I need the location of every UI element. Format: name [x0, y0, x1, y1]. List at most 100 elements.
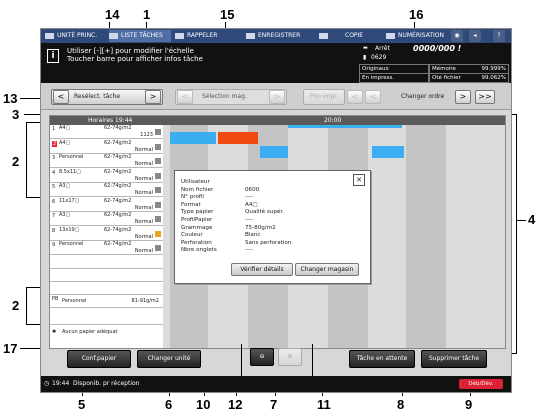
in-print-label: En impress. [359, 73, 429, 83]
tray-paper-size: 13x19▢ [59, 226, 80, 233]
hdd-indicator: Oté fichier 99.062% [429, 73, 509, 83]
tray-paper-type: Normal [134, 175, 153, 182]
callout-5: 5 [78, 397, 86, 412]
tray-row-empty [50, 256, 163, 269]
tray-row[interactable]: 5 A3▢ 62-74g/m2 Normal [50, 183, 163, 197]
job-bar-active[interactable] [218, 132, 258, 144]
bracket-2a-bottom [26, 197, 40, 198]
tray-row-empty [50, 310, 163, 325]
tray-row[interactable]: 7 A3▢ 62-74g/m2 Normal [50, 212, 163, 226]
machine-icon: ▬ [363, 45, 368, 51]
dialog-field-label: Couleur [181, 232, 203, 239]
change-tray-button[interactable]: Changer magasin [295, 263, 359, 276]
select-tray-control: < Sélection mag. > [175, 89, 287, 105]
callout-4: 4 [528, 212, 536, 227]
tray-number: 7 [52, 213, 56, 219]
tab-save[interactable]: ENREGISTRER [246, 30, 300, 42]
print-priority-button[interactable]: Prio impr. [303, 89, 345, 105]
job-detail-dialog: ✕ Utilisateur Nom fichier 0600 N° profil ---… [174, 170, 371, 284]
globe-icon[interactable]: ◉ [451, 30, 463, 42]
memory-value: 99.999% [481, 66, 506, 72]
callout-14: 14 [105, 7, 120, 22]
leader-13 [20, 98, 40, 99]
order-next-button[interactable]: > [455, 90, 471, 104]
tray-weight: 62-74g/m2 [104, 212, 132, 218]
tray-paper-size: Personnel [59, 241, 84, 247]
zoom-out-icon: ⊖ [259, 353, 265, 360]
tray-row-pb[interactable]: PB Personnel 81-91g/m2 [50, 295, 163, 308]
tray-row[interactable]: 9 Personnel 62-74g/m2 Normal [50, 241, 163, 255]
reselect-prev-button[interactable]: < [53, 90, 69, 104]
tray-weight: 62-74g/m2 [104, 168, 132, 175]
bracket-2b-top [26, 287, 40, 288]
tray-row[interactable]: 8 13x19▢ 62-74g/m2 Normal [50, 226, 163, 241]
tray-weight: 62-74g/m2 [104, 183, 132, 189]
reselect-next-button[interactable]: > [145, 90, 161, 104]
select-tray-label: Sélection mag. [202, 93, 247, 100]
callout-3: 3 [12, 107, 20, 122]
no-paper-mark: ✱ [52, 329, 57, 335]
status-time: 19:44 [52, 380, 70, 387]
paper-settings-button[interactable]: Conf.papier [67, 350, 131, 368]
tray-weight: 62-74g/m2 [104, 125, 132, 131]
job-bar[interactable] [260, 146, 288, 158]
tray-number: 4 [52, 169, 56, 176]
dialog-field-value: ---- [245, 217, 254, 223]
time-column [406, 125, 446, 348]
job-bar[interactable] [372, 146, 404, 158]
tab-recall[interactable]: RAPPELER [175, 30, 217, 42]
tray-status-icon [155, 201, 161, 208]
tray-row[interactable]: 3 Personnel 62-74g/m2 Normal [50, 154, 163, 168]
dialog-field-label: Grammage [181, 224, 213, 231]
tray-paper-type: Normal [134, 204, 153, 211]
tab-label: NUMÉRISATION [398, 32, 444, 39]
device-screen: UNITÉ PRINC. LISTE TÂCHES RAPPELER ENREG… [40, 28, 512, 393]
tray-paper-size: 11x17▢ [59, 197, 80, 204]
tray-status-icon [155, 172, 161, 179]
tray-weight: 62-74g/m2 [104, 226, 132, 233]
tab-main-unit[interactable]: UNITÉ PRINC. [45, 30, 97, 42]
tray-paper-type: Normal [134, 219, 153, 225]
no-paper-row: ✱ Aucun papier adéquat [50, 325, 163, 339]
change-unit-button[interactable]: Changer unité [137, 350, 201, 368]
verify-details-button[interactable]: Vérifier détails [231, 263, 293, 276]
status-badge[interactable]: Déb/Dév. [459, 379, 503, 389]
select-tray-next-button[interactable]: > [269, 90, 285, 104]
dialog-close-button[interactable]: ✕ [353, 174, 365, 186]
dialog-field-value: Blanc [245, 232, 261, 239]
dialog-field-label: ProfilPapier [181, 217, 213, 223]
zoom-in-button[interactable]: ⊕ [278, 348, 302, 366]
tray-row[interactable]: 1 A4▢ 62-74g/m2 1123 [50, 125, 163, 139]
tray-row[interactable]: 6 11x17▢ 62-74g/m2 Normal [50, 197, 163, 212]
pb-paper-type: Personnel [62, 298, 87, 304]
tab-copy[interactable]: COPIE [319, 30, 363, 42]
bracket-4 [516, 114, 517, 354]
tab-job-list[interactable]: LISTE TÂCHES [109, 30, 171, 42]
delete-job-button[interactable]: Supprimer tâche [421, 350, 487, 368]
copy-icon [319, 32, 328, 39]
tray-row[interactable]: 2 A4▢ 62-74g/m2 Normal [50, 139, 163, 154]
tray-number: 6 [52, 198, 56, 205]
bracket-2b [26, 287, 27, 325]
job-bar[interactable] [170, 132, 216, 144]
hdd-value: 99.062% [481, 75, 506, 81]
save-icon [246, 32, 255, 39]
tray-row[interactable]: 4 8.5x11▢ 62-74g/m2 Normal [50, 168, 163, 183]
status-message: Disponib. pr réception [73, 380, 140, 387]
job-counter: 0629 [371, 54, 387, 61]
order-prev-button[interactable]: < [365, 90, 381, 104]
hold-job-button[interactable]: Tâche en attente [349, 350, 415, 368]
select-tray-prev-button[interactable]: < [177, 90, 193, 104]
zoom-in-icon: ⊕ [287, 353, 293, 360]
dialog-field-label: Format [181, 201, 201, 208]
order-first-button[interactable]: < [347, 90, 363, 104]
tray-status-icon [155, 187, 161, 193]
order-last-button[interactable]: >> [475, 90, 495, 104]
status-bar: ◷ 19:44 Disponib. pr réception Déb/Dév. [41, 376, 511, 392]
zoom-out-button[interactable]: ⊖ [250, 348, 274, 366]
tab-scan[interactable]: NUMÉRISATION [386, 30, 444, 42]
dialog-field-value: ---- [245, 194, 254, 201]
sound-icon[interactable]: ◂ [469, 30, 481, 42]
tray-paper-type: Normal [134, 190, 153, 196]
help-button[interactable]: ? [493, 30, 505, 42]
